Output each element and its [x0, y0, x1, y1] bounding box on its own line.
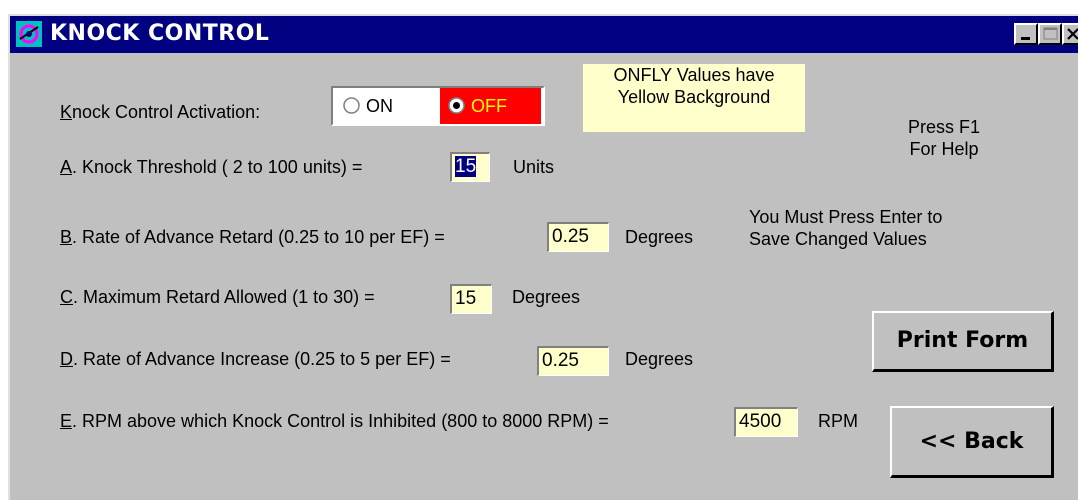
- onfly-note: ONFLY Values have Yellow Background: [583, 64, 805, 132]
- field-e-unit: RPM: [818, 411, 858, 431]
- minimize-button[interactable]: [1014, 23, 1038, 45]
- field-d-label: D. Rate of Advance Increase (0.25 to 5 p…: [60, 349, 451, 369]
- window-title: KNOCK CONTROL: [50, 21, 270, 46]
- field-a-unit: Units: [513, 157, 555, 177]
- close-icon: [1067, 28, 1078, 40]
- help-hint: Press F1 For Help: [908, 116, 980, 160]
- minimize-icon: [1021, 37, 1030, 40]
- maximize-button[interactable]: [1038, 23, 1062, 45]
- onfly-note-line2: Yellow Background: [617, 87, 771, 107]
- field-c-unit: Degrees: [512, 287, 581, 307]
- activation-label: Knock Control Activation:: [60, 102, 261, 122]
- field-e-label: E. RPM above which Knock Control is Inhi…: [60, 411, 609, 431]
- onfly-note-line1: ONFLY Values have: [613, 65, 775, 85]
- knock-threshold-input[interactable]: 15: [450, 152, 490, 182]
- title-bar[interactable]: KNOCK CONTROL: [10, 16, 1078, 53]
- enter-note-line2: Save Changed Values: [749, 229, 927, 249]
- radio-off[interactable]: [448, 97, 465, 114]
- close-button[interactable]: [1062, 23, 1078, 45]
- help-line2: For Help: [909, 139, 979, 159]
- knock-control-window: KNOCK CONTROL Knock Control Activation: …: [8, 14, 1078, 500]
- back-button[interactable]: << Back: [890, 406, 1054, 478]
- enter-note: You Must Press Enter to Save Changed Val…: [749, 206, 942, 250]
- enter-note-line1: You Must Press Enter to: [749, 207, 943, 227]
- field-b-unit: Degrees: [625, 227, 694, 247]
- restore-icon: [1043, 27, 1058, 40]
- field-c-label: C. Maximum Retard Allowed (1 to 30) =: [60, 287, 375, 307]
- advance-increase-rate-input[interactable]: 0.25: [537, 346, 609, 376]
- radio-on[interactable]: [343, 97, 360, 114]
- help-line1: Press F1: [908, 117, 981, 137]
- radio-off-label[interactable]: OFF: [471, 95, 507, 117]
- rpm-inhibit-input[interactable]: 4500: [734, 407, 798, 437]
- app-icon: [16, 21, 42, 47]
- field-a-label: A. Knock Threshold ( 2 to 100 units) =: [60, 157, 363, 177]
- radio-on-label[interactable]: ON: [366, 95, 393, 117]
- field-b-label: B. Rate of Advance Retard (0.25 to 10 pe…: [60, 227, 445, 247]
- print-form-button[interactable]: Print Form: [872, 311, 1054, 372]
- maximum-retard-input[interactable]: 15: [450, 284, 492, 314]
- field-d-unit: Degrees: [625, 349, 694, 369]
- advance-retard-rate-input[interactable]: 0.25: [547, 222, 609, 252]
- activation-radio-group: ON OFF: [331, 86, 545, 126]
